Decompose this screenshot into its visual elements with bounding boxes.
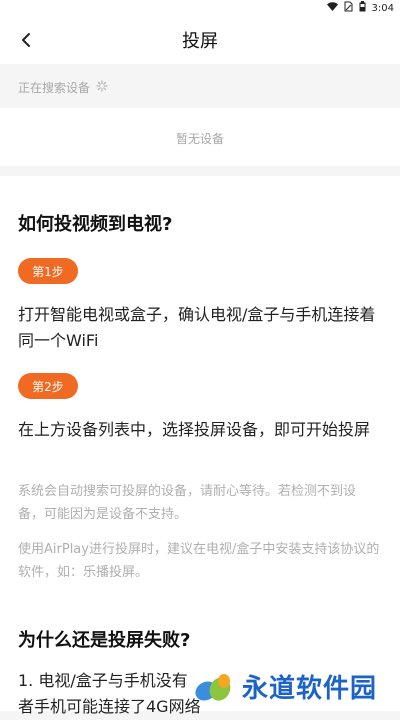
- watermark-text: 永道软件园: [242, 674, 378, 704]
- step-2-text: 在上方设备列表中，选择投屏设备，即可开始投屏: [18, 420, 371, 439]
- search-status-row: 正在搜索设备: [0, 66, 400, 108]
- empty-device-text: 暂无设备: [175, 132, 224, 146]
- sim-icon: [344, 1, 353, 15]
- status-icons: 3:04: [326, 1, 394, 15]
- failure-item-1-line-1: 1. 电视/盒子与手机没有: [18, 671, 188, 690]
- failure-item-1-line-2: 者手机可能连接了4G网络: [18, 697, 201, 716]
- watermark-logo: 永道软件园: [192, 662, 400, 711]
- note-2: 使用AirPlay进行投屏时，建议在电视/盒子中安装支持该协议的软件，如：乐播投…: [18, 542, 380, 580]
- failure-heading: 为什么还是投屏失败?: [18, 630, 191, 651]
- battery-icon: [359, 1, 366, 15]
- step-2-badge: 第2步: [18, 373, 78, 399]
- step-1-text: 打开智能电视或盒子，确认电视/盒子与手机连接着同一个WiFi: [18, 305, 376, 350]
- step-1-badge: 第1步: [18, 258, 78, 284]
- app-header: 投屏: [0, 16, 400, 64]
- device-list: 暂无设备: [0, 108, 400, 166]
- leaf-logo-icon: [195, 673, 231, 701]
- note-1: 系统会自动搜索可投屏的设备，请耐心等待。若检测不到设备，可能因为是设备不支持。: [18, 484, 357, 522]
- status-bar: 3:04: [0, 0, 400, 16]
- help-card: 如何投视频到电视? 第1步 打开智能电视或盒子，确认电视/盒子与手机连接着同一个…: [0, 176, 400, 716]
- search-status-label: 正在搜索设备: [18, 81, 91, 95]
- status-time: 3:04: [371, 2, 394, 14]
- loading-icon: [96, 80, 108, 95]
- wifi-icon: [326, 1, 338, 15]
- page-title: 投屏: [182, 31, 218, 52]
- help-heading: 如何投视频到电视?: [18, 214, 173, 235]
